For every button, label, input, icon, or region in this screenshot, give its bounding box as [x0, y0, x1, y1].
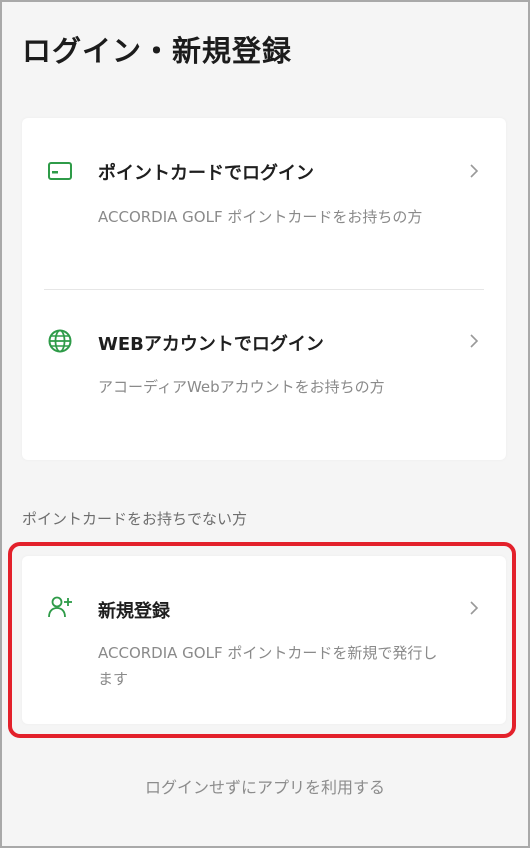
chevron-right-icon	[470, 334, 479, 348]
web-account-login-label: WEBアカウントでログイン	[98, 334, 324, 355]
register-card: 新規登録 ACCORDIA GOLF ポイントカードを新規で発行します	[22, 556, 506, 724]
page-title: ログイン・新規登録	[22, 34, 293, 68]
no-card-section-label: ポイントカードをお持ちでない方	[22, 510, 248, 528]
web-account-login-item[interactable]: WEBアカウントでログイン アコーディアWebアカウントをお持ちの方	[22, 290, 506, 460]
point-card-login-description: ACCORDIA GOLF ポイントカードをお持ちの方	[98, 208, 423, 226]
login-options-card: ポイントカードでログイン ACCORDIA GOLF ポイントカードをお持ちの方…	[22, 118, 506, 460]
skip-login-link[interactable]: ログインせずにアプリを利用する	[0, 774, 530, 798]
globe-icon	[48, 329, 72, 353]
point-card-login-label: ポイントカードでログイン	[98, 163, 314, 184]
register-item[interactable]: 新規登録 ACCORDIA GOLF ポイントカードを新規で発行します	[22, 556, 506, 724]
chevron-right-icon	[470, 164, 479, 178]
add-user-icon	[48, 596, 72, 618]
web-account-login-description: アコーディアWebアカウントをお持ちの方	[98, 378, 385, 396]
point-card-login-item[interactable]: ポイントカードでログイン ACCORDIA GOLF ポイントカードをお持ちの方	[22, 118, 506, 289]
chevron-right-icon	[470, 601, 479, 615]
card-icon	[48, 162, 72, 180]
register-label: 新規登録	[98, 601, 170, 622]
register-description: ACCORDIA GOLF ポイントカードを新規で発行します	[98, 644, 438, 688]
